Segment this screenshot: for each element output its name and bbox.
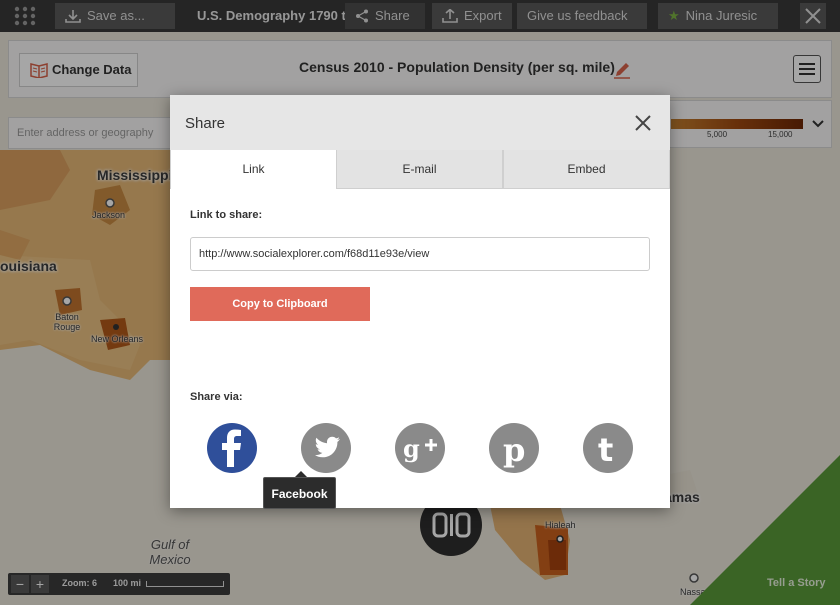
dialog-title: Share bbox=[185, 115, 226, 132]
share-link-field[interactable] bbox=[190, 237, 650, 271]
facebook-tooltip: Facebook bbox=[263, 477, 336, 509]
google-plus-share-button[interactable]: g bbox=[395, 423, 445, 473]
tab-embed[interactable]: Embed bbox=[503, 150, 670, 189]
dialog-header: Share bbox=[170, 95, 670, 150]
tab-link[interactable]: Link bbox=[170, 150, 337, 189]
tab-email[interactable]: E-mail bbox=[336, 150, 503, 189]
share-dialog: Share Link E-mail Embed Link to share: C… bbox=[170, 95, 670, 508]
tumblr-icon: t bbox=[598, 431, 613, 469]
facebook-share-button[interactable] bbox=[207, 423, 257, 473]
svg-text:t: t bbox=[598, 431, 613, 469]
copy-to-clipboard-button[interactable]: Copy to Clipboard bbox=[190, 287, 370, 321]
google-plus-icon: g bbox=[403, 434, 437, 463]
facebook-icon bbox=[222, 429, 241, 467]
tumblr-share-button[interactable]: t bbox=[583, 423, 633, 473]
link-to-share-label: Link to share: bbox=[190, 209, 263, 221]
svg-text:p: p bbox=[503, 431, 525, 469]
share-via-label: Share via: bbox=[190, 391, 243, 403]
pinterest-share-button[interactable]: p bbox=[489, 423, 539, 473]
twitter-share-button[interactable] bbox=[301, 423, 351, 473]
close-icon[interactable] bbox=[633, 113, 653, 133]
svg-text:g: g bbox=[403, 434, 420, 463]
twitter-icon bbox=[314, 436, 340, 458]
pinterest-icon: p bbox=[503, 431, 525, 469]
